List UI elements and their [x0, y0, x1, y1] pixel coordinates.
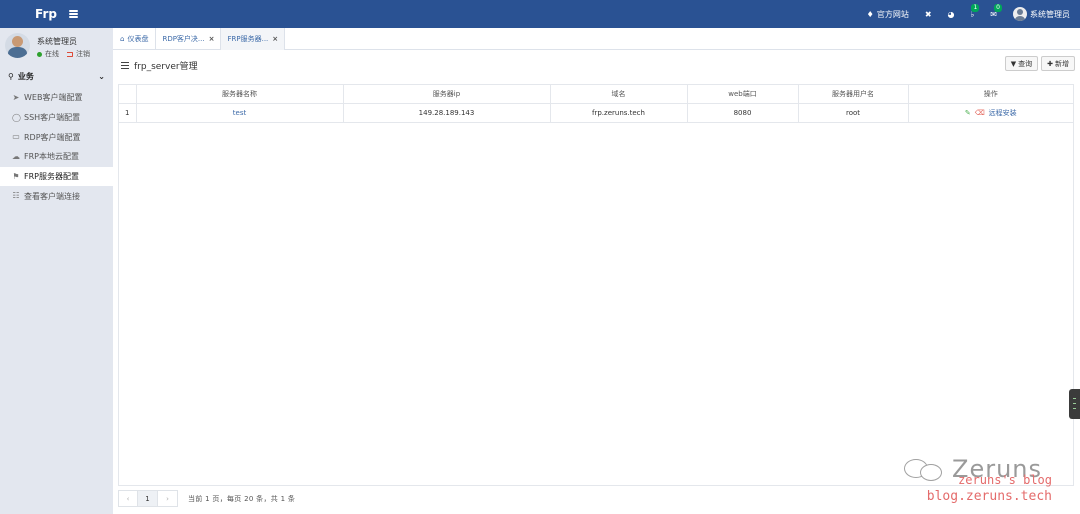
sitemap-icon: ☷: [12, 191, 20, 201]
cloud-icon: ☁: [12, 151, 20, 161]
add-button[interactable]: ✚ 新增: [1041, 56, 1075, 71]
user-avatar: [5, 33, 30, 58]
column-header-ip[interactable]: 服务器ip: [342, 85, 551, 104]
tab-bar: ⌂ 仪表盘 RDP客户决... × FRP服务器... ×: [113, 28, 1080, 50]
list-icon: [121, 62, 129, 69]
server-name-link[interactable]: test: [233, 109, 246, 117]
next-page-button[interactable]: ›: [158, 490, 178, 507]
top-navbar: Frp ♦ 官方网站 ✖ ◕ ♭ 1 ✉ 0 系统管理员: [0, 0, 1080, 28]
sidebar: 系统管理员 在线 注销 ⚲ 业务 ⌄ ➤ WEB客户端配置 ◯ SSH客户端配置…: [0, 28, 113, 514]
remote-install-link[interactable]: 远程安装: [989, 108, 1017, 118]
sidebar-user-name: 系统管理员: [37, 37, 77, 46]
chevron-down-icon: ⌄: [98, 71, 105, 81]
close-icon[interactable]: ×: [272, 35, 278, 43]
messages-badge: 0: [994, 3, 1002, 12]
search-button[interactable]: ▼ 查询: [1004, 56, 1039, 71]
sidebar-item-rdp-client[interactable]: ▭ RDP客户端配置: [0, 127, 113, 147]
server-table: 服务器名称 服务器ip 域名 web端口 服务器用户名 操作 1 test 14…: [118, 84, 1074, 486]
menu-section-business[interactable]: ⚲ 业务 ⌄: [0, 67, 113, 85]
table-row[interactable]: 1 test 149.28.189.143 frp.zeruns.tech 80…: [119, 102, 1073, 123]
sidebar-item-frp-local-cloud[interactable]: ☁ FRP本地云配置: [0, 147, 113, 167]
column-header-port[interactable]: web端口: [686, 85, 799, 104]
main-content: frp_server管理 ▼ 查询 ✚ 新增 服务器名称 服务器ip 域名 we…: [113, 50, 1080, 514]
sidebar-item-web-client[interactable]: ➤ WEB客户端配置: [0, 88, 113, 108]
close-icon[interactable]: ×: [209, 35, 215, 43]
page-title: frp_server管理: [121, 59, 198, 72]
user-panel: 系统管理员 在线 注销: [0, 28, 113, 64]
online-dot-icon: [37, 51, 42, 57]
app-logo: Frp: [0, 0, 113, 28]
trash-icon[interactable]: ⌫: [975, 109, 985, 117]
notifications-button[interactable]: ♭ 1: [971, 3, 980, 19]
cell-domain: frp.zeruns.tech: [549, 102, 688, 123]
column-header-index: [119, 85, 137, 104]
filter-icon: ▼: [1010, 59, 1017, 68]
top-user-name: 系统管理员: [1030, 9, 1070, 19]
messages-button[interactable]: ✉ 0: [990, 3, 1002, 19]
dashboard-icon: ◕: [947, 9, 955, 19]
column-header-name[interactable]: 服务器名称: [135, 85, 344, 104]
side-drawer-handle[interactable]: [1069, 389, 1080, 419]
notifications-badge: 1: [971, 3, 980, 12]
dashboard-button[interactable]: ◕: [948, 10, 955, 19]
official-site-link[interactable]: ♦ 官方网站: [867, 9, 909, 20]
prev-page-button[interactable]: ‹: [118, 490, 138, 507]
home-icon: ⌂: [120, 35, 125, 43]
column-header-domain[interactable]: 域名: [549, 85, 688, 104]
fullscreen-icon: ✖: [924, 9, 932, 19]
logout-icon: [67, 51, 73, 57]
table-header-row: 服务器名称 服务器ip 域名 web端口 服务器用户名 操作: [119, 85, 1073, 104]
page-1-button[interactable]: 1: [138, 490, 158, 507]
cell-name: test: [135, 102, 344, 123]
watermark-line2: blog.zeruns.tech: [926, 489, 1052, 504]
cell-index: 1: [119, 102, 137, 123]
diamond-icon: ♦: [866, 9, 874, 19]
globe-icon: ◯: [12, 112, 21, 122]
tab-frp-server[interactable]: FRP服务器... ×: [221, 28, 286, 50]
send-icon: ➤: [12, 92, 20, 102]
fullscreen-button[interactable]: ✖: [925, 10, 932, 19]
wrench-icon: ⚲: [8, 71, 14, 81]
cell-ip: 149.28.189.143: [342, 102, 551, 123]
app-title: Frp: [35, 7, 57, 21]
column-header-user[interactable]: 服务器用户名: [797, 85, 909, 104]
plus-icon: ✚: [1047, 59, 1053, 68]
flag-icon: ⚑: [12, 171, 20, 181]
cell-actions: ✎ ⌫ 远程安装: [907, 102, 1073, 123]
logout-link[interactable]: 注销: [76, 49, 90, 59]
tab-rdp-client[interactable]: RDP客户决... ×: [156, 28, 222, 50]
monitor-icon: ▭: [12, 132, 20, 142]
cell-user: root: [797, 102, 909, 123]
avatar: [1013, 7, 1027, 21]
pagination: ‹ 1 › 当前 1 页，每页 20 条，共 1 条: [118, 490, 295, 507]
edit-icon[interactable]: ✎: [965, 109, 971, 117]
column-header-actions: 操作: [907, 85, 1073, 104]
pagination-info: 当前 1 页，每页 20 条，共 1 条: [188, 494, 296, 503]
user-status: 在线 注销: [37, 49, 90, 59]
watermark-line1: zeruns's blog: [958, 473, 1052, 487]
watermark-blog: zeruns's blog blog.zeruns.tech: [927, 473, 1052, 504]
cell-port: 8080: [686, 102, 799, 123]
hamburger-menu-icon[interactable]: [68, 10, 78, 18]
tab-dashboard[interactable]: ⌂ 仪表盘: [113, 28, 157, 50]
sidebar-item-frp-server[interactable]: ⚑ FRP服务器配置: [0, 166, 113, 187]
sidebar-menu: ➤ WEB客户端配置 ◯ SSH客户端配置 ▭ RDP客户端配置 ☁ FRP本地…: [0, 88, 113, 206]
sidebar-item-client-connections[interactable]: ☷ 查看客户端连接: [0, 186, 113, 206]
toolbar: ▼ 查询 ✚ 新增: [1004, 56, 1075, 71]
sidebar-item-ssh-client[interactable]: ◯ SSH客户端配置: [0, 108, 113, 128]
status-online: 在线: [45, 50, 59, 58]
user-menu[interactable]: 系统管理员: [1013, 7, 1070, 21]
